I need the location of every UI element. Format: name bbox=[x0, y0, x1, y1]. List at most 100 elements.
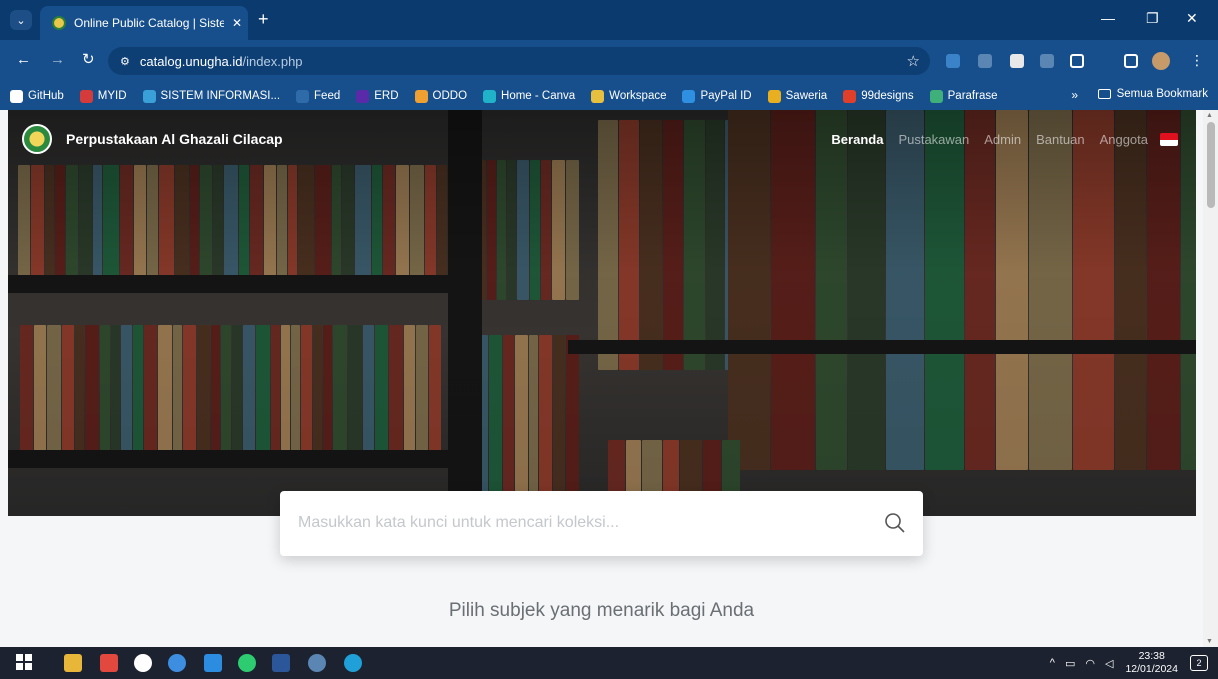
bookmark-label: PayPal ID bbox=[700, 90, 752, 102]
search-icon[interactable] bbox=[883, 511, 907, 535]
bookmark-item[interactable]: ERD bbox=[356, 89, 399, 103]
bookmark-label: Workspace bbox=[609, 90, 667, 102]
chrome-profile-icon[interactable] bbox=[168, 654, 186, 672]
bookmark-favicon-icon bbox=[682, 89, 696, 103]
bookmark-star-icon[interactable]: ☆ bbox=[907, 52, 920, 70]
bookmark-label: GitHub bbox=[28, 90, 64, 102]
file-explorer-icon[interactable] bbox=[64, 654, 82, 672]
bookmark-item[interactable]: Saweria bbox=[767, 89, 828, 103]
extension-icon[interactable] bbox=[1040, 54, 1054, 68]
menu-kebab-icon[interactable]: ⋮ bbox=[1190, 52, 1204, 68]
system-tray: ^ ▭ ◠ ◁ 23:38 12/01/2024 2 bbox=[1040, 647, 1208, 679]
bookmarks-overflow-icon[interactable]: » bbox=[1071, 88, 1078, 102]
nav-pustakawan[interactable]: Pustakawan bbox=[898, 132, 969, 147]
bookmark-item[interactable]: GitHub bbox=[10, 89, 64, 103]
clock-time: 23:38 bbox=[1138, 650, 1165, 662]
new-tab-button[interactable]: + bbox=[258, 10, 269, 28]
extension-icon[interactable] bbox=[978, 54, 992, 68]
extensions-puzzle-icon[interactable] bbox=[1070, 54, 1084, 68]
bookmark-label: Saweria bbox=[785, 90, 828, 102]
bookmark-label: ERD bbox=[374, 90, 399, 102]
extension-icon[interactable] bbox=[1010, 54, 1024, 68]
bookmark-label: SISTEM INFORMASI... bbox=[160, 90, 281, 102]
bookmark-item[interactable]: MYID bbox=[79, 89, 127, 103]
main-nav: Beranda Pustakawan Admin Bantuan Anggota bbox=[816, 132, 1178, 147]
search-input[interactable] bbox=[298, 507, 858, 539]
notification-icon[interactable]: 2 bbox=[1190, 655, 1208, 671]
nav-beranda[interactable]: Beranda bbox=[831, 132, 883, 147]
bookmark-item[interactable]: Parafrase bbox=[929, 89, 998, 103]
extension-icon[interactable] bbox=[946, 54, 960, 68]
side-panel-icon[interactable] bbox=[1124, 54, 1138, 68]
bookmark-label: 99designs bbox=[861, 90, 914, 102]
close-tab-icon[interactable]: ✕ bbox=[232, 16, 242, 30]
close-window-icon[interactable]: ✕ bbox=[1186, 10, 1198, 27]
bookmark-favicon-icon bbox=[483, 89, 497, 103]
scroll-down-icon[interactable]: ▼ bbox=[1206, 638, 1213, 645]
bookmark-item[interactable]: SISTEM INFORMASI... bbox=[142, 89, 281, 103]
nav-bantuan[interactable]: Bantuan bbox=[1036, 132, 1084, 147]
reload-icon[interactable]: ↻ bbox=[82, 52, 95, 68]
bookmark-favicon-icon bbox=[142, 89, 156, 103]
bookmark-favicon-icon bbox=[591, 89, 605, 103]
forward-icon[interactable]: → bbox=[50, 52, 65, 68]
clock[interactable]: 23:38 12/01/2024 bbox=[1125, 650, 1178, 676]
back-icon[interactable]: ← bbox=[16, 52, 31, 68]
clock-date: 12/01/2024 bbox=[1125, 663, 1178, 675]
bookmark-item[interactable]: Feed bbox=[296, 89, 341, 103]
wifi-icon[interactable]: ◠ bbox=[1085, 657, 1095, 670]
library-logo-icon bbox=[22, 124, 52, 154]
whatsapp-icon[interactable] bbox=[238, 654, 256, 672]
scroll-up-icon[interactable]: ▲ bbox=[1206, 112, 1213, 119]
folder-icon bbox=[1097, 89, 1111, 99]
figma-icon[interactable] bbox=[100, 654, 118, 672]
bookmark-item[interactable]: PayPal ID bbox=[682, 89, 752, 103]
bookmark-item[interactable]: Workspace bbox=[591, 89, 667, 103]
nav-admin[interactable]: Admin bbox=[984, 132, 1021, 147]
minimize-icon[interactable]: — bbox=[1101, 10, 1115, 26]
language-flag-icon[interactable] bbox=[1160, 133, 1178, 146]
tab-active[interactable]: Online Public Catalog | Sistem / ✕ bbox=[40, 6, 248, 40]
bookmark-item[interactable]: Home - Canva bbox=[483, 89, 575, 103]
browser-window: ⌄ Online Public Catalog | Sistem / ✕ + —… bbox=[0, 0, 1218, 679]
tab-strip: ⌄ Online Public Catalog | Sistem / ✕ + —… bbox=[0, 0, 1218, 40]
scrollbar[interactable]: ▲ ▼ bbox=[1203, 110, 1218, 647]
bookmark-item[interactable]: ODDO bbox=[414, 89, 467, 103]
bookmark-item[interactable]: 99designs bbox=[843, 89, 914, 103]
bookmark-label: Feed bbox=[314, 90, 341, 102]
battery-icon[interactable]: ▭ bbox=[1065, 657, 1075, 670]
address-bar[interactable]: ⚙ catalog.unugha.id /index.php ☆ bbox=[108, 47, 930, 75]
profile-avatar[interactable] bbox=[1152, 52, 1170, 70]
bookmark-label: MYID bbox=[97, 90, 127, 102]
edge-icon[interactable] bbox=[344, 654, 362, 672]
bookmark-favicon-icon bbox=[843, 89, 857, 103]
volume-icon[interactable]: ◁ bbox=[1105, 657, 1113, 670]
chrome-alt-icon[interactable] bbox=[308, 654, 326, 672]
word-icon[interactable] bbox=[272, 654, 290, 672]
brand[interactable]: Perpustakaan Al Ghazali Cilacap bbox=[22, 124, 283, 154]
nav-anggota[interactable]: Anggota bbox=[1100, 132, 1148, 147]
url-path: /index.php bbox=[242, 53, 303, 69]
scroll-thumb[interactable] bbox=[1207, 122, 1215, 208]
vscode-icon[interactable] bbox=[204, 654, 222, 672]
taskbar: ^ ▭ ◠ ◁ 23:38 12/01/2024 2 bbox=[0, 647, 1218, 679]
start-windows-icon[interactable] bbox=[16, 654, 34, 672]
all-bookmarks-folder[interactable]: Semua Bookmark bbox=[1097, 88, 1208, 100]
bookmark-favicon-icon bbox=[10, 89, 23, 103]
bookmark-favicon-icon bbox=[414, 89, 428, 103]
restore-icon[interactable]: ❐ bbox=[1146, 10, 1159, 27]
chrome-icon[interactable] bbox=[134, 654, 152, 672]
bookmark-favicon-icon bbox=[296, 89, 310, 103]
bookmark-favicon-icon bbox=[79, 89, 93, 103]
url-host: catalog.unugha.id bbox=[139, 53, 243, 69]
toolbar: ← → ↻ ⚙ catalog.unugha.id /index.php ☆ ⋮ bbox=[0, 40, 1218, 82]
site-info-icon[interactable]: ⚙ bbox=[120, 55, 130, 68]
bookmark-label: Parafrase bbox=[947, 90, 998, 102]
bookmark-favicon-icon bbox=[929, 89, 943, 103]
tab-search-button[interactable]: ⌄ bbox=[10, 10, 32, 30]
bookmark-favicon-icon bbox=[356, 89, 370, 103]
tray-chevron-icon[interactable]: ^ bbox=[1050, 657, 1055, 669]
subject-heading: Pilih subjek yang menarik bagi Anda bbox=[448, 600, 755, 621]
all-bookmarks-label: Semua Bookmark bbox=[1116, 88, 1208, 100]
hero-banner: Perpustakaan Al Ghazali Cilacap Beranda … bbox=[8, 110, 1196, 516]
